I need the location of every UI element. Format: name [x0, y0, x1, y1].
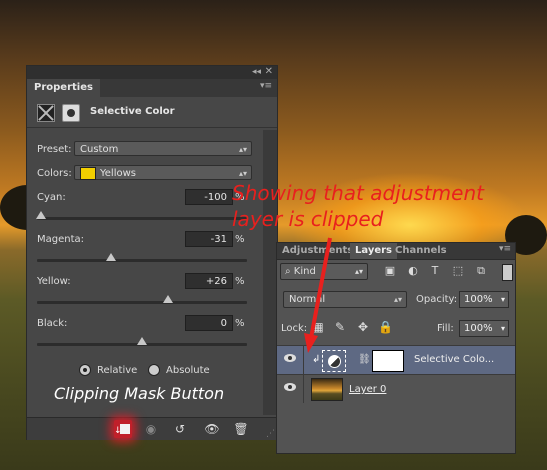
annotation-arrow	[304, 237, 332, 353]
